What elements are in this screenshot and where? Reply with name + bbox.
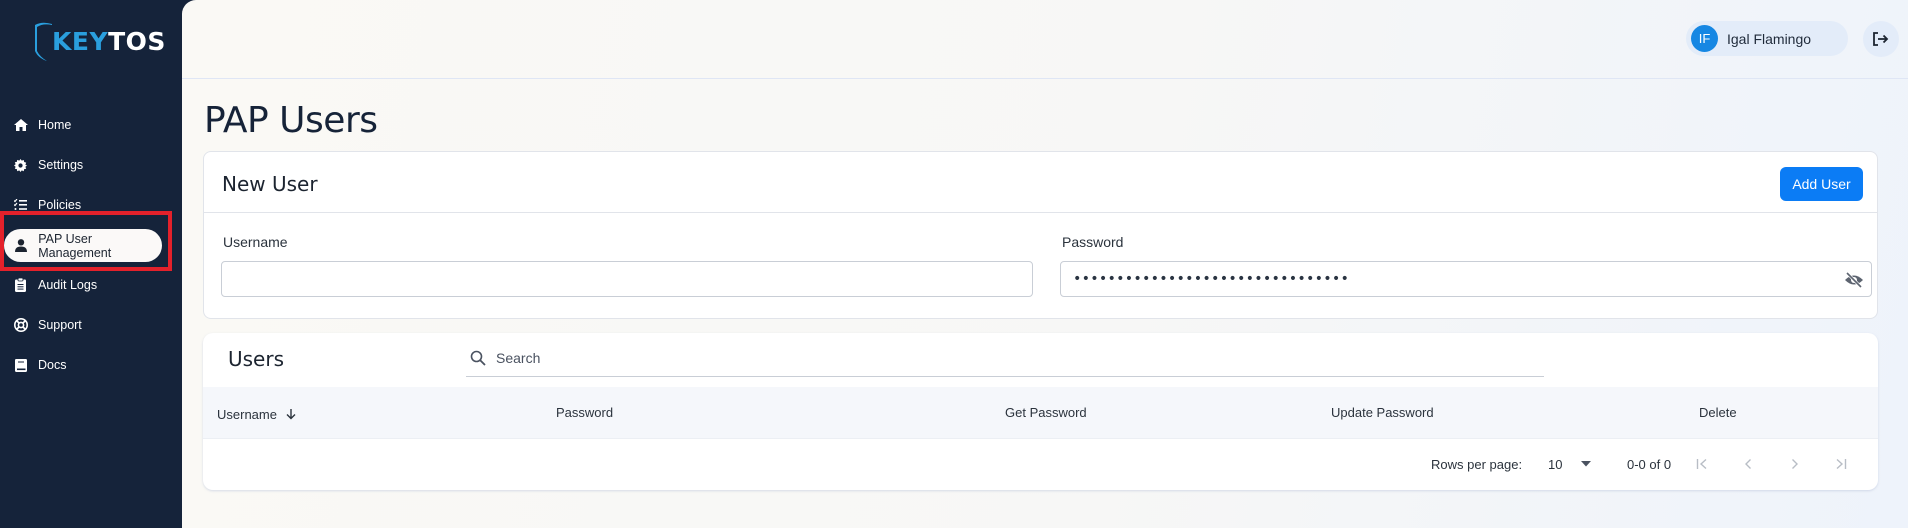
previous-page-button[interactable] xyxy=(1736,452,1760,476)
logo-text: KEYTOS xyxy=(52,29,166,54)
sidebar-item-label: Home xyxy=(38,118,72,132)
sidebar: KEYTOS Home Settings Policies PAP User M… xyxy=(0,0,182,528)
table-header: Username Password Get Password Update Pa… xyxy=(203,387,1878,439)
sidebar-item-audit-logs[interactable]: Audit Logs xyxy=(0,265,182,305)
shield-logo-icon xyxy=(35,22,52,61)
search-input[interactable] xyxy=(496,350,1396,366)
logout-icon xyxy=(1873,32,1889,46)
eye-slash-icon xyxy=(1845,272,1863,288)
sidebar-item-policies[interactable]: Policies xyxy=(0,185,182,225)
sidebar-item-pap-user-management[interactable]: PAP User Management xyxy=(4,229,162,262)
column-header-delete: Delete xyxy=(1699,405,1737,420)
sidebar-item-label: Support xyxy=(38,318,82,332)
life-ring-icon xyxy=(13,318,28,333)
new-user-card: New User Add User Username Password ••••… xyxy=(203,151,1878,319)
new-user-title: New User xyxy=(222,172,318,196)
add-user-button[interactable]: Add User xyxy=(1780,167,1863,201)
sort-arrow-down-icon xyxy=(286,409,296,420)
home-icon xyxy=(13,118,28,133)
sidebar-item-label: PAP User Management xyxy=(38,231,112,260)
caret-down-icon xyxy=(1581,461,1592,467)
search-icon xyxy=(470,350,486,366)
toggle-password-visibility-button[interactable] xyxy=(1843,269,1865,291)
column-header-update-password: Update Password xyxy=(1331,405,1434,420)
column-header-password: Password xyxy=(556,405,614,420)
logout-button[interactable] xyxy=(1863,21,1899,57)
first-page-button[interactable] xyxy=(1690,452,1714,476)
column-header-username[interactable]: Username xyxy=(217,407,297,422)
first-page-icon xyxy=(1696,458,1707,470)
sidebar-item-settings[interactable]: Settings xyxy=(0,145,182,185)
rows-per-page-value: 10 xyxy=(1548,456,1563,472)
logo-text-key: KEY xyxy=(52,26,109,56)
username-label: Username xyxy=(223,234,288,250)
sidebar-item-label: Audit Logs xyxy=(38,278,98,292)
password-input[interactable]: •••••••••••••••••••••••••••••••• xyxy=(1060,261,1872,297)
password-label: Password xyxy=(1062,234,1124,250)
page-title: PAP Users xyxy=(204,100,378,141)
user-icon xyxy=(14,238,28,253)
username-input[interactable] xyxy=(221,261,1033,297)
new-user-card-header: New User Add User xyxy=(204,152,1877,213)
next-page-button[interactable] xyxy=(1783,452,1807,476)
book-icon xyxy=(13,358,28,373)
users-card: Users Username Password Get Password Upd… xyxy=(203,333,1878,490)
main-content: IF Igal Flamingo PAP Users New User Add … xyxy=(182,0,1908,528)
gear-icon xyxy=(13,158,28,173)
app-root: KEYTOS Home Settings Policies PAP User M… xyxy=(0,0,1908,528)
last-page-button[interactable] xyxy=(1829,452,1853,476)
keytos-logo[interactable]: KEYTOS xyxy=(32,18,166,64)
top-bar: IF Igal Flamingo xyxy=(182,0,1908,79)
avatar: IF xyxy=(1691,25,1718,52)
sidebar-item-label: Settings xyxy=(38,158,84,172)
chevron-left-icon xyxy=(1745,459,1751,469)
sidebar-item-docs[interactable]: Docs xyxy=(0,345,182,385)
clipboard-icon xyxy=(13,278,28,293)
search-field[interactable] xyxy=(466,340,1544,377)
sidebar-item-home[interactable]: Home xyxy=(0,105,182,145)
logo-text-tos: TOS xyxy=(108,26,166,56)
rows-per-page-label: Rows per page: xyxy=(1431,457,1523,472)
column-header-label: Username xyxy=(217,407,277,422)
sidebar-item-label: Policies xyxy=(38,198,82,212)
pagination-range: 0-0 of 0 xyxy=(1627,457,1672,472)
user-menu-chip[interactable]: IF Igal Flamingo xyxy=(1686,21,1848,56)
last-page-icon xyxy=(1836,458,1847,470)
chevron-right-icon xyxy=(1792,459,1798,469)
users-title: Users xyxy=(228,347,285,371)
column-header-get-password: Get Password xyxy=(1005,405,1087,420)
list-check-icon xyxy=(13,198,28,213)
table-pagination: Rows per page: 10 0-0 of 0 xyxy=(203,439,1878,490)
password-masked-value: •••••••••••••••••••••••••••••••• xyxy=(1073,271,1350,287)
sidebar-item-support[interactable]: Support xyxy=(0,305,182,345)
rows-per-page-select[interactable]: 10 xyxy=(1548,453,1592,475)
sidebar-nav: Home Settings Policies PAP User Manageme… xyxy=(0,105,182,385)
user-name: Igal Flamingo xyxy=(1727,30,1812,47)
sidebar-item-label: Docs xyxy=(38,358,67,372)
